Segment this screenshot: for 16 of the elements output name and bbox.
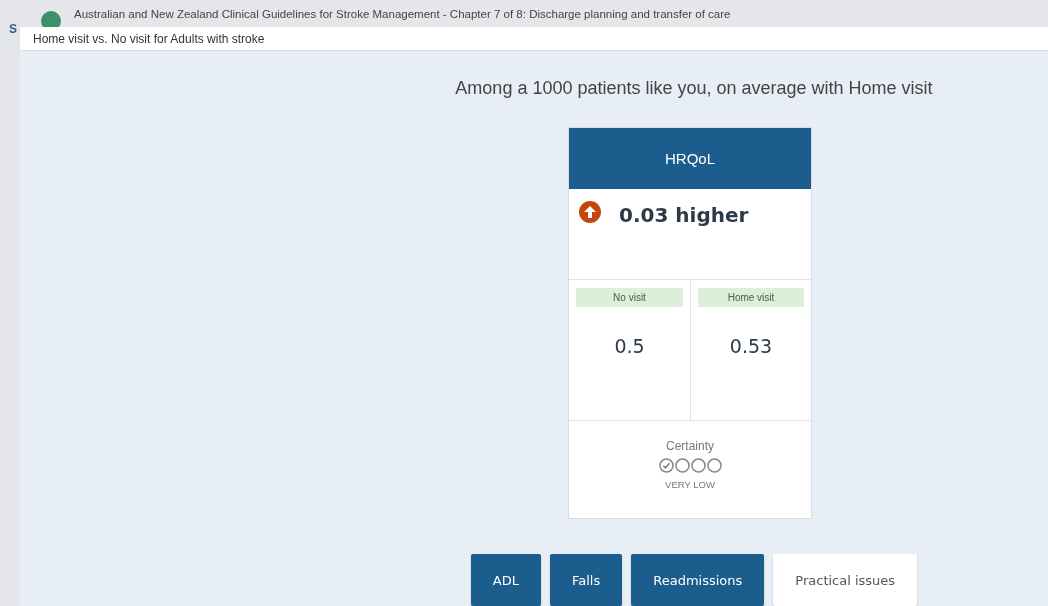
group-label: Home visit (698, 288, 804, 307)
page-title: Australian and New Zealand Clinical Guidelines for Stroke Management - Chapter 7 of 8: Discharge planning and transfer of care (74, 7, 731, 20)
dialog-title: Home visit vs. No visit for Adults with stroke (33, 31, 265, 46)
group-value: 0.5 (614, 335, 645, 357)
side-letter: S (9, 22, 17, 36)
outcome-button[interactable]: Falls (550, 554, 623, 606)
headline: Among a 1000 patients like you, on average with Home visit (455, 78, 933, 99)
certainty-label: Certainty (666, 439, 714, 453)
outcome-title: HRQoL (569, 128, 811, 189)
effect-value: 0.03 higher (619, 203, 749, 227)
outcome-button[interactable]: ADL (470, 554, 541, 606)
group-label: No visit (576, 288, 683, 307)
outcome-button[interactable]: Readmissions (631, 554, 765, 606)
info-button[interactable]: Practical issues (773, 554, 918, 606)
certainty-rating: VERY LOW (665, 479, 715, 490)
group-value: 0.53 (729, 335, 773, 357)
